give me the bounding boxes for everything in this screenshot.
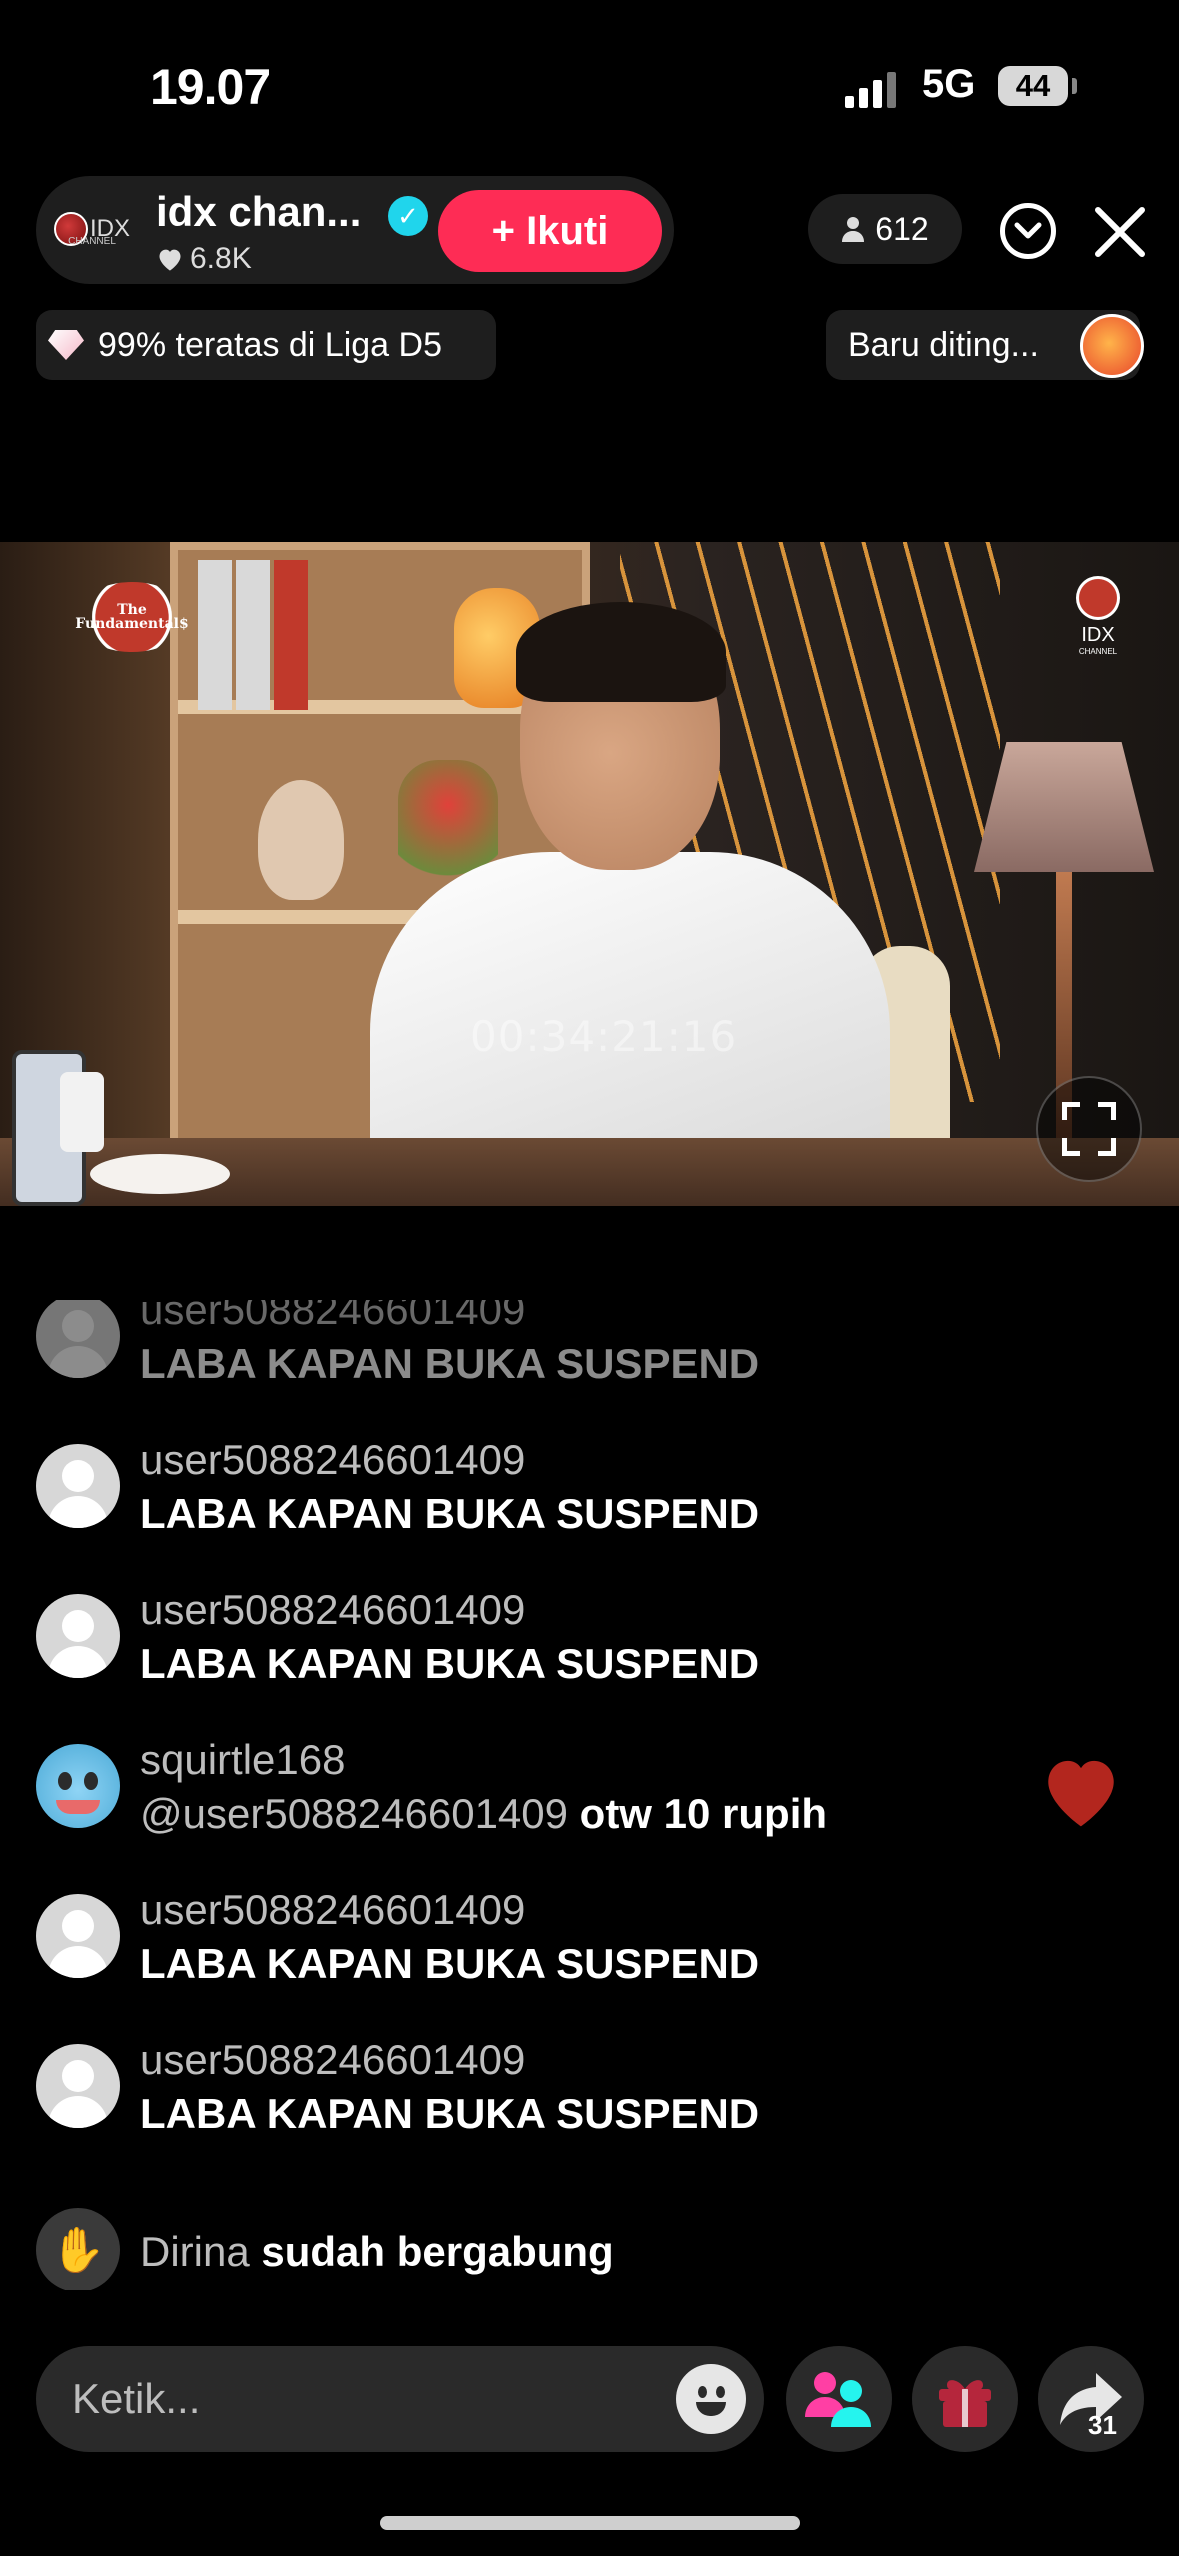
gift-button[interactable] [912,2346,1018,2452]
viewer-count: 612 [875,210,929,247]
comment-item[interactable]: user5088246601409 LABA KAPAN BUKA SUSPEN… [36,2036,1136,2166]
comment-message: LABA KAPAN BUKA SUSPEND [140,2090,760,2137]
share-count: 31 [1088,2410,1117,2440]
comment-message: LABA KAPAN BUKA SUSPEND [140,1340,760,1387]
comment-item[interactable]: user5088246601409 LABA KAPAN BUKA SUSPEN… [36,1586,1136,1716]
close-button[interactable] [1092,196,1148,270]
battery-tip [1072,78,1077,94]
comment-item[interactable]: squirtle168 @user5088246601409 otw 10 ru… [36,1736,1136,1866]
host-avatar[interactable]: IDX [42,196,142,262]
likes-count: 6.8K [190,242,252,275]
network-type: 5G [922,62,976,106]
video-lamp [974,742,1154,872]
comment-message: @user5088246601409 otw 10 rupih [140,1790,827,1838]
chevron-down-icon [1014,222,1042,239]
battery-level: 44 [1015,68,1051,103]
comment-input-placeholder: Ketik... [72,2375,201,2422]
comment-username[interactable]: user5088246601409 [140,1436,525,1484]
show-logo: The Fundamental$ [75,582,189,652]
watermark-subtext: CHANNEL [1078,647,1118,656]
comment-message: LABA KAPAN BUKA SUSPEND [140,1940,760,1987]
multi-guest-button[interactable] [786,2346,892,2452]
collapse-button[interactable] [1000,203,1056,259]
host-logo-subtext: CHANNEL [68,236,116,247]
fullscreen-button[interactable] [1036,1076,1142,1182]
comment-username[interactable]: user5088246601409 [140,2036,525,2084]
user-avatar[interactable] [36,1744,120,1828]
cellular-signal-icon [845,72,896,108]
video-ornament [258,780,344,900]
comment-text: otw 10 rupih [568,1790,828,1837]
comment-input[interactable]: Ketik... [36,2346,764,2452]
recent-gifts-badge[interactable]: Baru diting... [826,310,1144,380]
comment-item[interactable]: user5088246601409 LABA KAPAN BUKA SUSPEN… [36,1886,1136,2016]
status-time: 19.07 [150,59,271,115]
idx-globe-icon [1076,576,1120,620]
gift-icon [939,2380,991,2427]
wave-hand-icon: ✋ [36,2208,120,2290]
comment-item[interactable]: user5088246601409 LABA KAPAN BUKA SUSPEN… [36,1300,1136,1416]
comment-username[interactable]: user5088246601409 [140,1300,525,1334]
verified-badge-icon: ✓ [388,196,428,236]
host-name[interactable]: idx chan... [156,188,361,236]
channel-watermark: IDX CHANNEL [1068,576,1128,656]
close-icon [1095,207,1145,257]
fullscreen-icon [1062,1102,1116,1156]
comment-username[interactable]: user5088246601409 [140,1886,525,1934]
user-avatar[interactable] [36,1894,120,1978]
video-mug [60,1072,104,1152]
join-event-text: Dirina sudah bergabung [140,2228,614,2276]
comment-item[interactable]: user5088246601409 LABA KAPAN BUKA SUSPEN… [36,1436,1136,1566]
user-avatar[interactable] [36,2044,120,2128]
user-avatar[interactable] [36,1300,120,1378]
follow-button[interactable]: + Ikuti [438,190,662,272]
video-books [198,560,308,710]
live-video[interactable]: The Fundamental$ IDX CHANNEL 00:34:21:16 [0,542,1179,1206]
comment-message: LABA KAPAN BUKA SUSPEND [140,1490,760,1537]
video-cup [90,1154,230,1194]
gift-character-icon [1080,314,1144,378]
video-timecode: 00:34:21:16 [470,1012,738,1061]
comment-message: LABA KAPAN BUKA SUSPEND [140,1640,760,1687]
emoji-icon[interactable] [676,2364,746,2434]
home-indicator[interactable] [380,2516,800,2530]
league-rank-text: 99% teratas di Liga D5 [98,325,442,364]
viewer-count-button[interactable]: 612 [808,194,962,264]
user-avatar[interactable] [36,1594,120,1678]
comment-username[interactable]: user5088246601409 [140,1586,525,1634]
floating-heart-icon [1048,1760,1114,1827]
comment-mention[interactable]: @user5088246601409 [140,1790,568,1837]
battery-icon: 44 [998,66,1068,106]
person-icon [842,217,865,242]
join-event-item: ✋ Dirina sudah bergabung [36,2200,1136,2290]
multi-guest-icon [805,2372,871,2427]
heart-outline-icon [159,249,181,271]
comment-feed[interactable]: user5088246601409 LABA KAPAN BUKA SUSPEN… [0,1300,1179,2290]
watermark-text: IDX [1081,624,1115,646]
host-likes: 6.8K [156,242,252,276]
user-avatar[interactable] [36,1444,120,1528]
video-presenter-hair [516,602,726,702]
join-username[interactable]: Dirina [140,2228,250,2275]
league-rank-badge[interactable]: 99% teratas di Liga D5 [36,310,496,380]
join-text: sudah bergabung [249,2228,614,2275]
recent-gifts-text: Baru diting... [848,325,1039,364]
diamond-icon [48,330,84,360]
comment-username[interactable]: squirtle168 [140,1736,345,1784]
